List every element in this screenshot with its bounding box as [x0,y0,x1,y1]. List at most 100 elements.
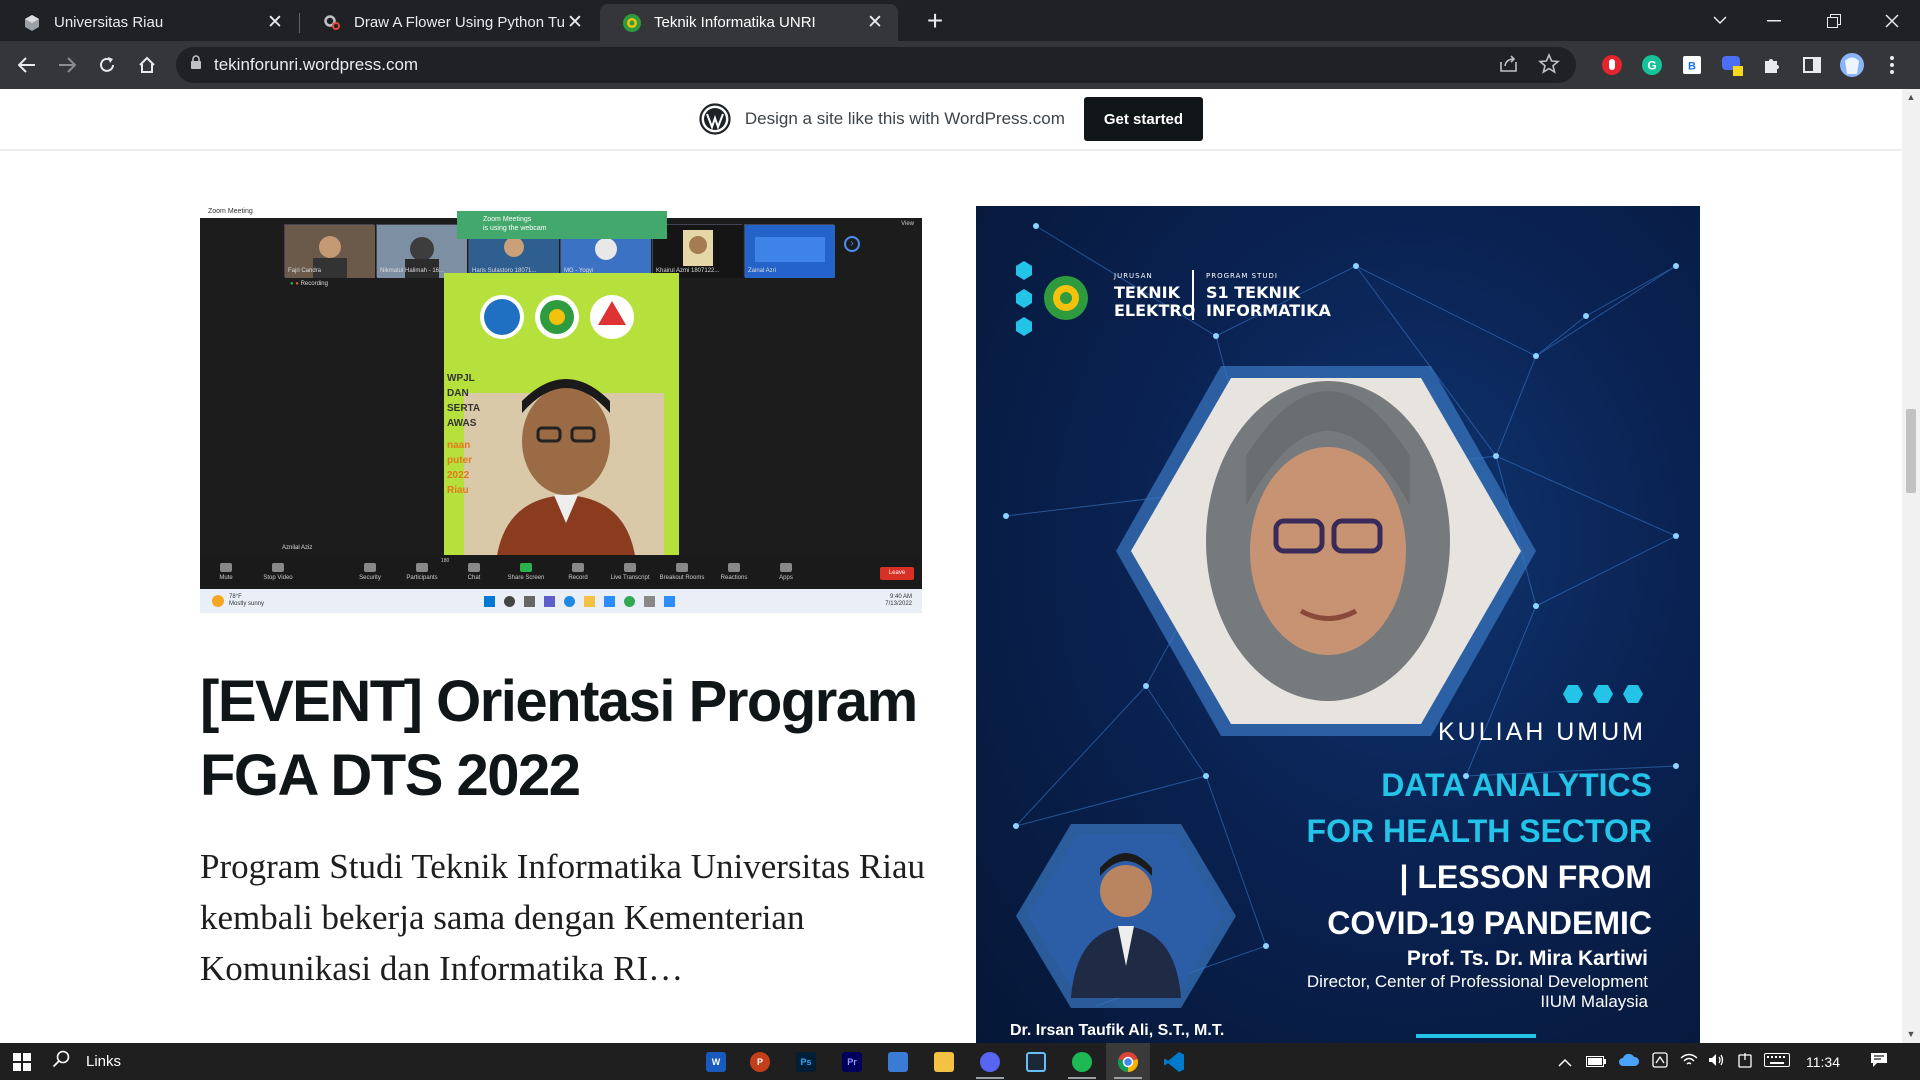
zoom-mute-button: Mute [200,563,252,581]
weather-widget: 78°F Mostly sunny [229,594,265,607]
taskbar-app-photoshop[interactable]: Ps [784,1043,828,1080]
minimize-button[interactable] [1746,0,1802,41]
windows-taskbar: Links W P Ps Pr 11:34 [0,1043,1920,1080]
next-page-icon: › [844,236,860,252]
home-button[interactable] [132,50,162,80]
slide-text-orange: naan puter 2022 Riau [447,440,472,496]
speaker-name: Prof. Ts. Dr. Mira Kartiwi [1406,947,1648,970]
tab-teknik-informatika-unri[interactable]: Teknik Informatika UNRI ✕ [600,4,898,41]
extension-b-icon[interactable]: B [1678,51,1706,79]
hexagon-dots-decoration [1563,684,1643,704]
taskbar-search[interactable]: Links [52,1043,172,1080]
recording-indicator: ● ● Recording [290,281,328,287]
extensions-puzzle-icon[interactable] [1758,51,1786,79]
scroll-down-arrow-icon[interactable]: ▼ [1902,1026,1920,1043]
lock-icon[interactable] [190,55,202,75]
speaker-role: Director, Center of Professional Develop… [1306,972,1648,1011]
side-panel-icon[interactable] [1798,51,1826,79]
post-featured-image-kuliah-umum-poster[interactable]: JURUSAN TEKNIK ELEKTRO PROGRAM STUDI S1 T… [976,206,1700,1043]
gears-icon [322,13,342,33]
power-mode-icon[interactable] [1738,1052,1752,1071]
taskbar-app-vscode[interactable] [1152,1043,1196,1080]
reload-button[interactable] [92,50,122,80]
tab-universitas-riau[interactable]: Universitas Riau ✕ [0,4,298,41]
wordpress-tagline[interactable]: Design a site like this with WordPress.c… [745,109,1065,129]
taskbar-app-spotify[interactable] [1060,1043,1104,1080]
jurusan-name: TEKNIK ELEKTRO [1114,283,1196,320]
zoom-breakout-rooms-button: Breakout Rooms [656,563,708,581]
participant-tile: Zainal Azri [744,224,835,278]
tray-overflow-chevron-icon[interactable] [1558,1054,1572,1070]
taskbar-app-photos[interactable] [876,1043,920,1080]
tab-search-chevron-icon[interactable] [1692,0,1748,41]
clock[interactable]: 11:34 [1806,1054,1840,1070]
weather-icon [212,595,224,607]
speaker-name-label: Aznilal Aziz [282,545,313,551]
display-settings-icon[interactable] [1652,1052,1668,1071]
tab-draw-a-flower[interactable]: Draw A Flower Using Python Turtle ✕ [300,4,598,41]
forward-button[interactable] [52,50,82,80]
wifi-icon[interactable] [1680,1053,1698,1070]
post-featured-image-zoom-meeting[interactable]: Zoom Meeting Fajri Candra Nikmatul Halim… [200,206,922,613]
back-button[interactable] [12,50,42,80]
close-tab-icon[interactable]: ✕ [264,12,286,34]
new-tab-button[interactable]: + [920,7,950,36]
extension-red-hand-icon[interactable] [1598,51,1626,79]
post-title[interactable]: [EVENT] Orientasi Program FGA DTS 2022 [200,665,920,813]
taskbar-app-powerpoint[interactable]: P [738,1043,782,1080]
scrollbar-thumb[interactable] [1906,409,1916,493]
jurusan-label: JURUSAN [1114,272,1153,280]
get-started-button[interactable]: Get started [1083,97,1204,141]
restore-button[interactable] [1806,0,1862,41]
taskbar-app-premiere[interactable]: Pr [830,1043,874,1080]
wordpress-logo-icon[interactable] [699,103,731,135]
keyboard-icon[interactable] [1764,1053,1790,1070]
close-window-button[interactable] [1864,0,1920,41]
volume-icon[interactable] [1708,1053,1726,1070]
taskbar-app-steam[interactable] [1014,1043,1058,1080]
divider [1192,270,1194,320]
zoom-screenshot-taskbar: 78°F Mostly sunny 9:40 AM 7/13/2022 [200,589,922,613]
url-text: tekinforunri.wordpress.com [214,55,419,74]
tab-title: Draw A Flower Using Python Turtle [354,14,564,31]
wordpress-promo-banner: Design a site like this with WordPress.c… [0,89,1902,151]
zoom-apps-button: Apps [760,563,812,581]
taskbar-app-discord[interactable] [968,1043,1012,1080]
close-tab-icon[interactable]: ✕ [564,12,586,34]
svg-text:B: B [1688,61,1696,73]
scroll-up-arrow-icon[interactable]: ▲ [1902,89,1920,106]
tab-title: Teknik Informatika UNRI [654,14,816,31]
taskbar-app-chrome[interactable] [1106,1043,1150,1080]
chrome-menu-icon[interactable] [1878,51,1906,79]
tab-title: Universitas Riau [54,14,164,31]
taskbar-app-file-explorer[interactable] [922,1043,966,1080]
unri-logo-icon [622,13,642,33]
profile-avatar[interactable] [1838,51,1866,79]
share-icon[interactable] [1496,51,1522,82]
prodi-name: S1 TEKNIK INFORMATIKA [1206,283,1331,320]
zoom-reactions-button: Reactions [708,563,760,581]
cube-icon [22,13,42,33]
svg-text:G: G [1647,59,1656,73]
zoom-share-screen-button: Share Screen [500,563,552,581]
page-scrollbar[interactable]: ▲ ▼ [1902,89,1920,1043]
web-page: Design a site like this with WordPress.c… [0,89,1902,1043]
zoom-chat-button: Chat [448,563,500,581]
extension-chat-icon[interactable] [1718,51,1746,79]
grammarly-icon[interactable]: G [1638,51,1666,79]
slide-text-dark: WPJL DAN SERTA AWAS [447,373,481,429]
battery-icon[interactable] [1586,1054,1606,1070]
zoom-screenshot-taskbar-icons [484,595,676,607]
notifications-icon[interactable] [1870,1052,1888,1071]
bookmark-star-icon[interactable] [1536,51,1562,82]
close-tab-icon[interactable]: ✕ [864,12,886,34]
start-button[interactable] [0,1043,44,1080]
address-bar[interactable]: tekinforunri.wordpress.com [176,47,1576,83]
zoom-participants-button: Participants [396,563,448,581]
participant-tile: Nikmatul Halimah - 16... [376,224,467,278]
zoom-live-transcript-button: Live Transcript [604,563,656,581]
participant-count: 180 [441,558,450,564]
onedrive-cloud-icon[interactable] [1618,1053,1640,1070]
browser-toolbar: tekinforunri.wordpress.com G B [0,41,1920,89]
taskbar-app-word[interactable]: W [694,1043,738,1080]
